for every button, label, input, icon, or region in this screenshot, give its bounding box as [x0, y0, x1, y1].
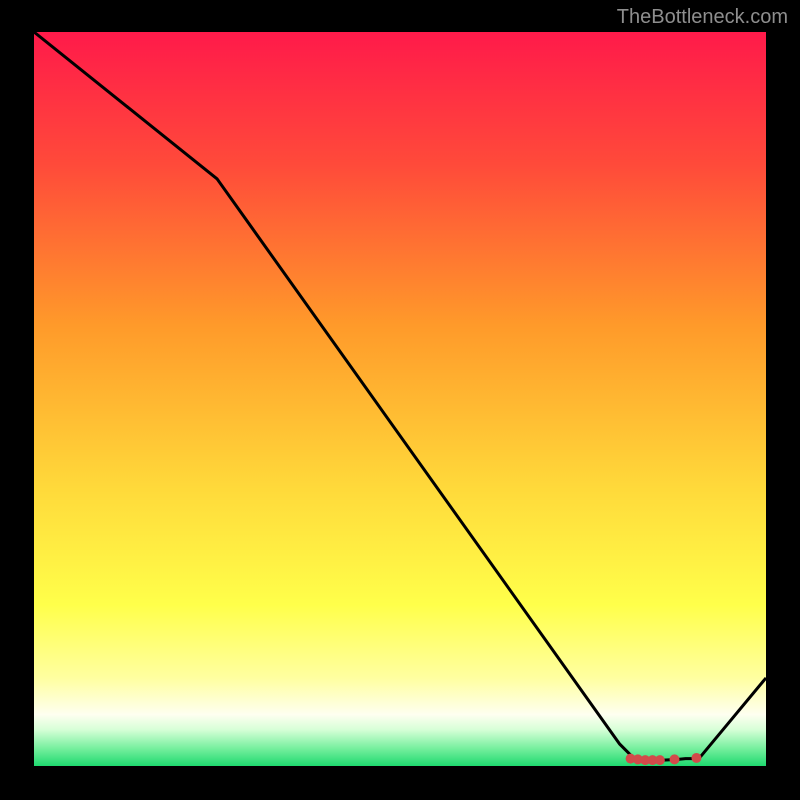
bottleneck-chart: [34, 32, 766, 766]
gradient-background: [34, 32, 766, 766]
chart-container: TheBottleneck.com: [0, 0, 800, 800]
optimal-marker: [691, 753, 701, 763]
optimal-marker: [670, 754, 680, 764]
attribution-text: TheBottleneck.com: [617, 6, 788, 29]
optimal-marker: [655, 755, 665, 765]
